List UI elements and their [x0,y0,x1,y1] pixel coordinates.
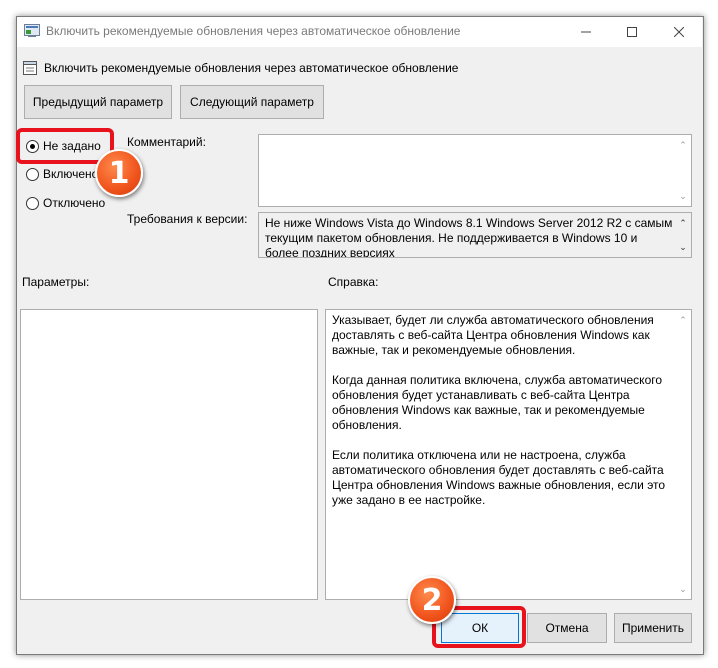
comment-scrollbar[interactable]: ⌃ ⌄ [675,135,691,206]
policy-heading: Включить рекомендуемые обновления через … [44,61,459,75]
step-badge-2: 2 [408,576,456,624]
policy-window-icon [24,24,40,38]
help-text: Указывает, будет ли служба автоматическо… [332,313,672,523]
params-label: Параметры: [22,275,90,289]
version-text: Не ниже Windows Vista до Windows 8.1 Win… [265,216,673,258]
window-title: Включить рекомендуемые обновления через … [46,24,461,38]
next-setting-button[interactable]: Следующий параметр [180,85,324,119]
scroll-up-icon: ⌃ [679,140,687,150]
help-label: Справка: [328,275,379,289]
help-paragraph: Указывает, будет ли служба автоматическо… [332,313,654,357]
cancel-button[interactable]: Отмена [527,613,607,643]
scroll-down-icon: ⌄ [679,191,687,201]
scroll-down-icon: ⌄ [679,242,687,252]
help-scrollbar[interactable]: ⌃ ⌄ [675,310,691,599]
version-scrollbar[interactable]: ⌃ ⌄ [675,213,691,257]
help-paragraph: Если политика отключена или не настроена… [332,448,666,507]
version-label: Требования к версии: [127,212,248,226]
setting-icon [22,60,38,76]
params-pane [20,309,318,600]
minimize-icon [581,31,591,33]
close-button[interactable] [656,17,702,47]
radio-label: Отключено [43,196,106,210]
scroll-up-icon: ⌃ [679,315,687,325]
maximize-icon [627,27,637,37]
scroll-up-icon: ⌃ [679,218,687,228]
help-paragraph: Когда данная политика включена, служба а… [332,373,663,432]
apply-button[interactable]: Применить [614,613,692,643]
help-pane: Указывает, будет ли служба автоматическо… [325,309,692,600]
scroll-down-icon: ⌄ [679,584,687,594]
comment-textarea[interactable]: ⌃ ⌄ [258,134,692,207]
close-icon [674,27,684,37]
radio-button[interactable] [26,168,39,181]
comment-label: Комментарий: [127,135,206,149]
maximize-button[interactable] [609,17,655,47]
radio-button[interactable] [26,197,39,210]
version-textbox: Не ниже Windows Vista до Windows 8.1 Win… [258,212,692,258]
step-badge-1: 1 [95,149,143,197]
minimize-button[interactable] [563,17,609,47]
previous-setting-button[interactable]: Предыдущий параметр [24,85,172,119]
radio-disabled[interactable]: Отключено [26,196,126,212]
radio-label: Включено [43,167,99,181]
